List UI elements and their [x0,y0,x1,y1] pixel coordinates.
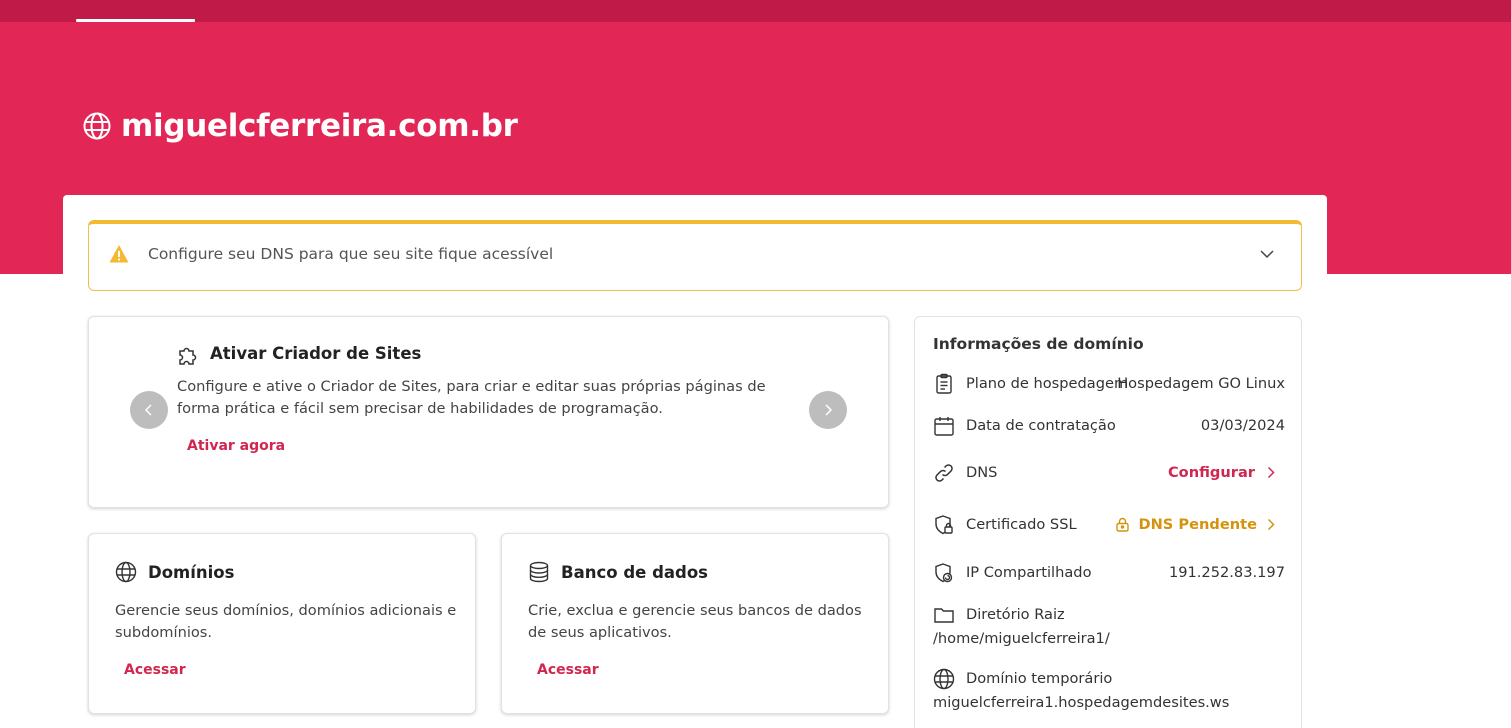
carousel-title: Ativar Criador de Sites [210,344,422,363]
top-navigation-bar [0,0,1511,22]
chevron-right-icon [1267,466,1275,479]
temporary-domain-label: Domínio temporário [966,670,1113,687]
dns-configure-link[interactable]: Configurar [1168,464,1275,481]
carousel-prev-button[interactable] [130,391,168,429]
domains-card-title: Domínios [148,563,235,582]
temporary-domain-value: miguelcferreira1.hospedagemdesites.ws [933,694,1230,711]
database-card-title: Banco de dados [561,563,708,582]
root-directory-label: Diretório Raiz [966,606,1065,623]
contract-date-label: Data de contratação [966,417,1116,434]
hosting-plan-value: Hospedagem GO Linux [1117,375,1285,392]
carousel-next-button[interactable] [809,391,847,429]
chevron-down-icon[interactable] [1259,246,1275,262]
database-icon [529,561,549,583]
contract-date-value: 03/03/2024 [1200,417,1285,434]
database-card-description: Crie, exclua e gerencie seus bancos de d… [528,602,862,641]
domains-access-link[interactable]: Acessar [124,662,186,678]
domain-info-title: Informações de domínio [933,335,1144,353]
calendar-icon [934,417,954,436]
dns-alert[interactable]: Configure seu DNS para que seu site fiqu… [88,220,1302,291]
database-card: Banco de dados Crie, exclua e gerencie s… [501,533,889,714]
shared-ip-label: IP Compartilhado [966,564,1092,581]
carousel-description: Configure e ative o Criador de Sites, pa… [177,378,766,417]
activate-now-link[interactable]: Ativar agora [187,438,285,454]
domains-card-description: Gerencie seus domínios, domínios adicion… [115,602,457,641]
globe-icon [115,561,137,583]
clipboard-icon [936,373,952,394]
chevron-right-icon [1267,518,1275,531]
alert-message: Configure seu DNS para que seu site fiqu… [148,245,554,263]
domain-info-panel: Informações de domínio Plano de hospedag… [914,316,1302,728]
database-access-link[interactable]: Acessar [537,662,599,678]
dns-configure-label: Configurar [1167,464,1255,481]
lock-icon [1116,517,1130,532]
ssl-pending-link[interactable]: DNS Pendente [1115,516,1275,533]
ssl-pending-status: DNS Pendente [1115,516,1257,533]
puzzle-icon [179,347,197,365]
globe-icon [933,668,955,690]
domain-title: miguelcferreira.com.br [121,108,518,144]
site-builder-carousel: Ativar Criador de Sites Configure e ativ… [88,316,889,508]
shared-ip-value: 191.252.83.197 [1168,564,1285,581]
ssl-label: Certificado SSL [966,516,1077,533]
warning-icon [109,245,129,263]
chevron-left-icon [144,404,152,416]
globe-icon [83,112,111,140]
shield-refresh-icon [935,563,953,583]
ssl-pending-label: DNS Pendente [1138,516,1257,533]
page-title: miguelcferreira.com.br [82,106,518,146]
dns-label: DNS [966,464,998,481]
chevron-right-icon [825,404,833,416]
shield-lock-icon [935,515,953,535]
hosting-plan-label: Plano de hospedagem [966,375,1129,392]
folder-icon [934,608,954,623]
domains-card: Domínios Gerencie seus domínios, domínio… [88,533,476,714]
root-directory-value: /home/miguelcferreira1/ [933,630,1110,647]
link-icon [935,464,953,482]
